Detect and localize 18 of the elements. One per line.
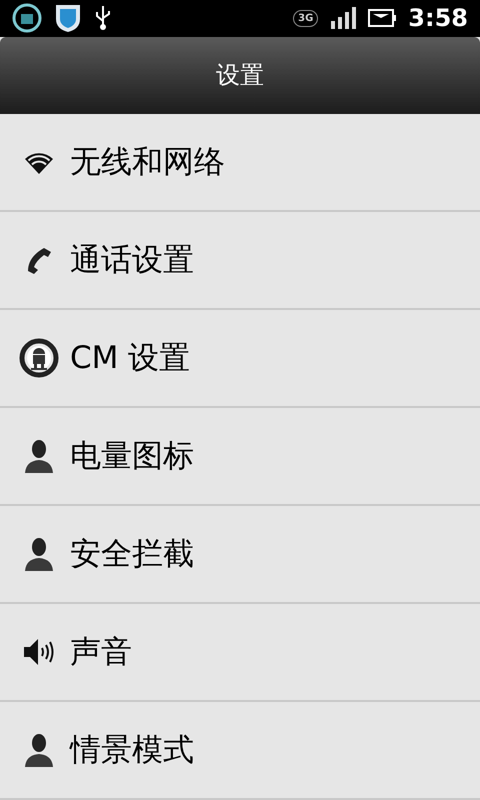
clock: 3:58 <box>408 3 468 34</box>
item-label: 安全拦截 <box>70 534 194 574</box>
signal-icon <box>330 7 356 30</box>
person-icon <box>24 439 54 473</box>
network-type: 3G <box>293 10 318 27</box>
usb-icon <box>94 5 112 32</box>
screen-title: 设置 <box>216 60 264 92</box>
item-label: 通话设置 <box>70 240 194 280</box>
item-label: 声音 <box>70 632 132 672</box>
item-label: 无线和网络 <box>70 142 225 182</box>
item-label: 电量图标 <box>70 436 194 476</box>
shield-icon <box>54 3 82 34</box>
person-icon <box>24 537 54 571</box>
item-label: CM 设置 <box>70 338 190 378</box>
speaker-icon <box>22 637 56 667</box>
item-label: 情景模式 <box>70 730 194 770</box>
person-icon <box>24 733 54 767</box>
battery-icon <box>368 9 396 28</box>
